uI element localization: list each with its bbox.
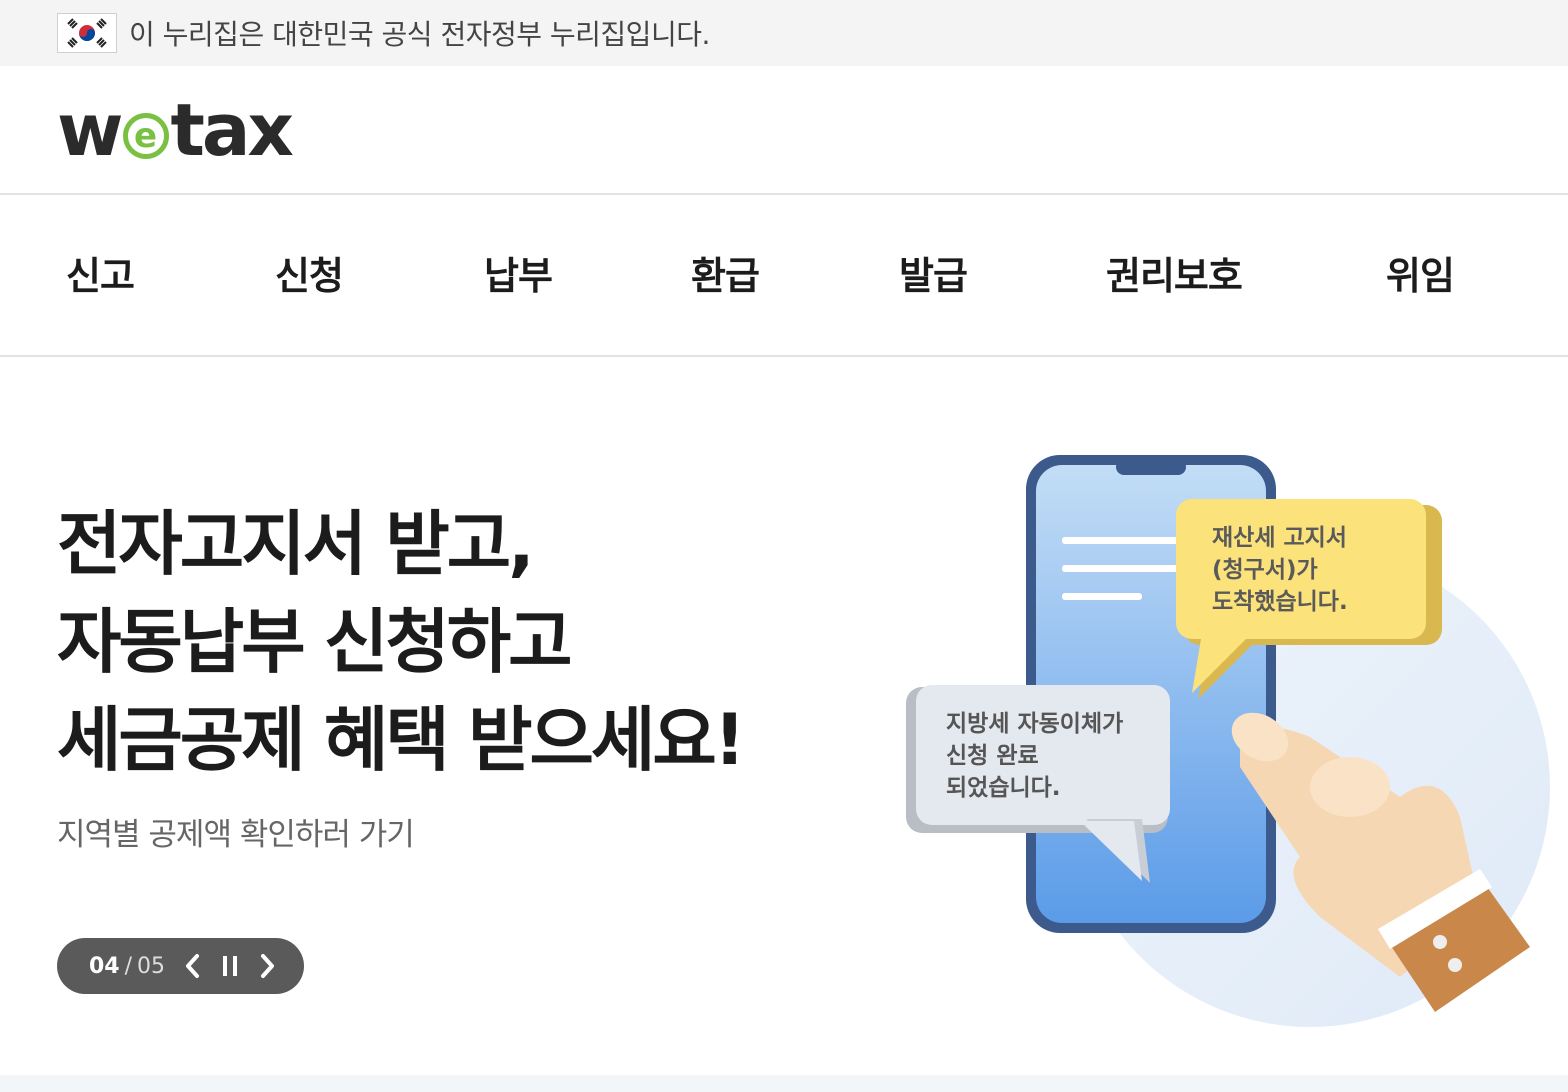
hero-headline: 전자고지서 받고, 자동납부 신청하고 세금공제 혜택 받으세요!: [57, 495, 746, 789]
notice-line: 도착했습니다.: [1212, 589, 1348, 615]
nav-item-rights[interactable]: 권리보호: [1106, 245, 1243, 300]
autopay-line: 지방세 자동이체가: [946, 711, 1123, 737]
gov-banner: 이 누리집은 대한민국 공식 전자정부 누리집입니다.: [0, 0, 1568, 66]
logo-w: w: [57, 88, 123, 172]
autopay-line: 되었습니다.: [946, 775, 1061, 801]
nav-item-refund[interactable]: 환급: [691, 245, 760, 300]
nav-item-apply[interactable]: 신청: [275, 245, 344, 300]
logo-tax: tax: [170, 88, 294, 172]
next-section-edge: [0, 1075, 1568, 1092]
nav-item-issue[interactable]: 발급: [899, 245, 968, 300]
slide-current: 04: [89, 953, 120, 979]
deduction-check-link[interactable]: 지역별 공제액 확인하러 가기: [57, 809, 415, 854]
korea-flag-icon: [57, 13, 117, 53]
notice-line: 재산세 고지서: [1212, 525, 1347, 551]
hero-headline-line: 전자고지서 받고,: [57, 503, 535, 585]
notice-line: (청구서)가: [1212, 557, 1318, 583]
autopay-line: 신청 완료: [946, 743, 1039, 769]
wetax-logo[interactable]: w e tax: [57, 88, 294, 172]
logo-e-circle: e: [122, 113, 169, 159]
nav-item-delegation[interactable]: 위임: [1386, 245, 1455, 300]
site-header: w e tax: [0, 66, 1568, 195]
nav-item-payment[interactable]: 납부: [484, 245, 553, 300]
main-nav: 신고 신청 납부 환급 발급 권리보호 위임: [0, 195, 1568, 357]
chevron-left-icon[interactable]: [177, 948, 207, 984]
hero-banner: 전자고지서 받고, 자동납부 신청하고 세금공제 혜택 받으세요! 지역별 공제…: [0, 357, 1568, 1075]
nav-item-report[interactable]: 신고: [66, 245, 135, 300]
pause-icon[interactable]: [215, 948, 245, 984]
hero-headline-line: 자동납부 신청하고: [57, 601, 573, 683]
gov-banner-text: 이 누리집은 대한민국 공식 전자정부 누리집입니다.: [129, 18, 710, 51]
slide-total: 05: [137, 953, 166, 979]
phone-notch: [1116, 459, 1186, 475]
hero-illustration: 재산세 고지서 (청구서)가 도착했습니다. 지방세 자동이체가 신청 완료 되…: [906, 455, 1550, 1027]
hero-headline-line: 세금공제 혜택 받으세요!: [57, 699, 746, 781]
slide-separator: /: [124, 953, 133, 979]
chevron-right-icon[interactable]: [253, 948, 283, 984]
slider-controls: 04 / 05: [57, 938, 304, 994]
